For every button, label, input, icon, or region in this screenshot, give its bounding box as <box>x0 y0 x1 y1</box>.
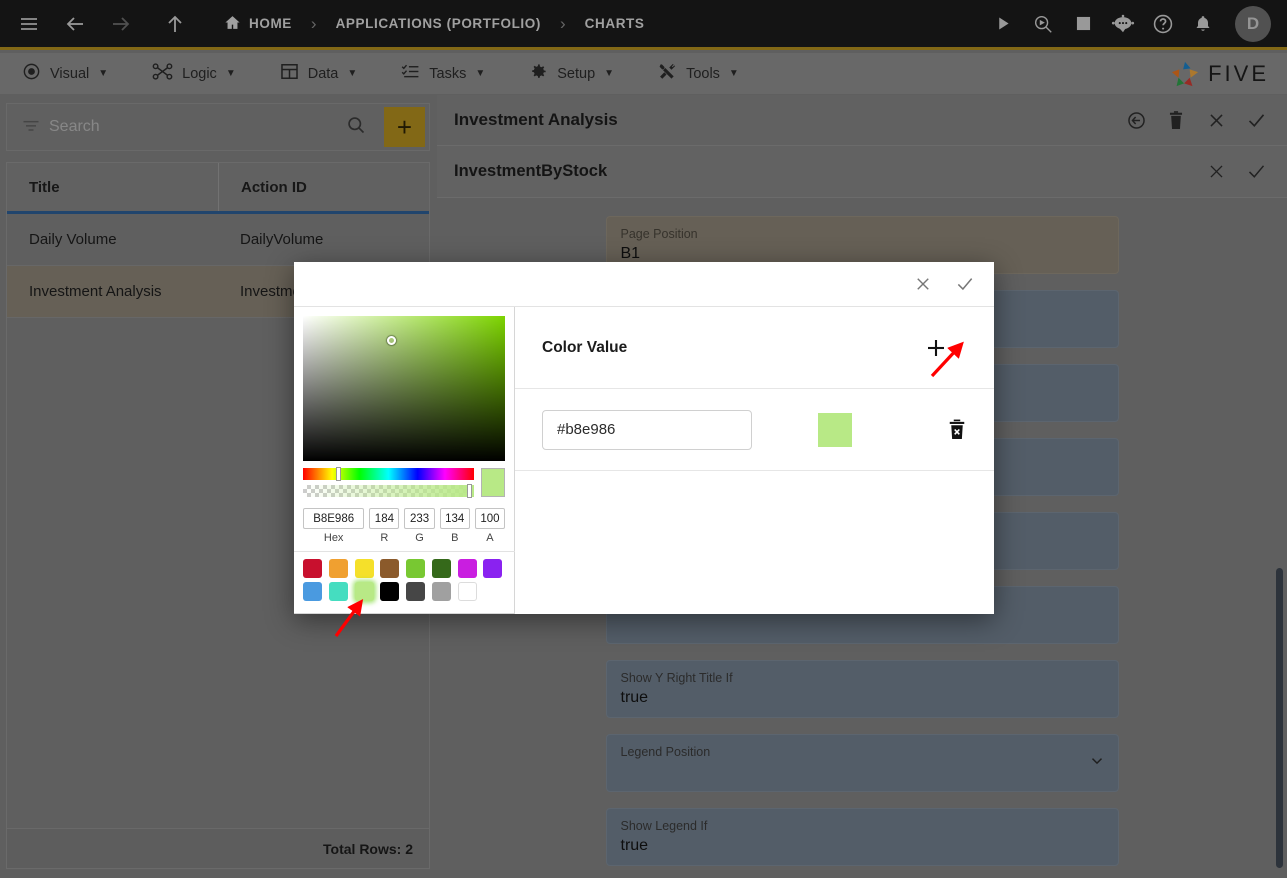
red-input[interactable] <box>369 508 400 529</box>
swatch-a0a0a0[interactable] <box>431 582 451 601</box>
alpha-slider-thumb[interactable] <box>467 484 472 498</box>
alpha-field: A <box>474 508 505 544</box>
divider <box>294 551 515 552</box>
add-color-value-button[interactable] <box>922 334 950 362</box>
alpha-slider[interactable] <box>303 485 474 497</box>
modal-title-bar <box>294 262 994 307</box>
close-icon[interactable] <box>910 271 936 297</box>
current-color-preview <box>481 468 505 497</box>
green-input[interactable] <box>404 508 435 529</box>
color-value-row <box>515 389 994 471</box>
blue-input[interactable] <box>439 508 470 529</box>
swatch-464646[interactable] <box>406 582 425 601</box>
color-channel-fields: Hex R G B A <box>303 508 505 544</box>
swatch-8b5a2b[interactable] <box>380 559 400 578</box>
color-value-modal: Hex R G B A Color Value <box>294 262 994 614</box>
confirm-icon[interactable] <box>952 271 978 297</box>
swatch-c91ee0[interactable] <box>457 559 477 578</box>
hex-field: Hex <box>303 508 365 544</box>
hex-input[interactable] <box>303 508 365 529</box>
swatch-000000[interactable] <box>380 582 400 601</box>
blue-field-label: B <box>451 532 459 544</box>
green-field-label: G <box>415 532 424 544</box>
hue-slider[interactable] <box>303 468 474 480</box>
swatch-f5e02a[interactable] <box>354 559 374 578</box>
red-field: R <box>369 508 400 544</box>
swatch-b8e986[interactable] <box>354 582 374 601</box>
saturation-value-thumb[interactable] <box>387 336 396 345</box>
hex-field-label: Hex <box>323 532 344 544</box>
swatch-ffffff[interactable] <box>457 582 477 601</box>
swatch-35691a[interactable] <box>431 559 451 578</box>
color-value-section: Color Value <box>515 307 994 614</box>
swatch-45ddc0[interactable] <box>328 582 348 601</box>
alpha-input[interactable] <box>474 508 505 529</box>
preset-swatches <box>303 559 505 601</box>
swatch-c8102e[interactable] <box>303 559 322 578</box>
swatch-f0a030[interactable] <box>328 559 348 578</box>
swatch-78c832[interactable] <box>406 559 425 578</box>
saturation-value-area[interactable] <box>303 316 505 461</box>
green-field: G <box>404 508 435 544</box>
blue-field: B <box>439 508 470 544</box>
color-picker-panel: Hex R G B A <box>294 307 515 614</box>
alpha-field-label: A <box>486 532 494 544</box>
hue-slider-thumb[interactable] <box>336 467 341 481</box>
swatch-8a22f0[interactable] <box>483 559 503 578</box>
color-value-input[interactable] <box>542 409 752 450</box>
color-value-swatch <box>818 412 852 447</box>
trash-delete-icon[interactable] <box>944 417 970 443</box>
color-value-title: Color Value <box>542 338 628 356</box>
color-value-header: Color Value <box>515 307 994 389</box>
red-field-label: R <box>380 532 389 544</box>
swatch-4a9ae0[interactable] <box>303 582 322 601</box>
